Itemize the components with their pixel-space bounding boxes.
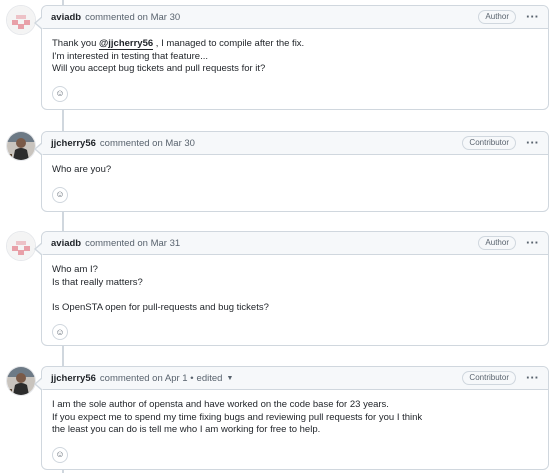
smiley-icon[interactable]: ☺ — [52, 85, 68, 102]
edited-dropdown[interactable]: edited — [197, 373, 223, 384]
comment-box: aviadb commented on Mar 31 Author ··· Wh… — [34, 231, 549, 348]
comment-box: jjcherry56 commented on Mar 30 Contribut… — [34, 131, 549, 212]
kebab-icon[interactable]: ··· — [526, 236, 539, 249]
comment-timestamp[interactable]: commented on Mar 31 — [85, 238, 180, 249]
comment-body: Who are you? ☺ — [42, 155, 548, 211]
comment-header: jjcherry56 commented on Mar 30 Contribut… — [42, 132, 548, 155]
comment-header: aviadb commented on Mar 30 Author ··· — [42, 6, 548, 29]
smiley-icon[interactable]: ☺ — [52, 186, 68, 203]
comment-text: I'm interested in testing that feature..… — [52, 50, 209, 62]
avatar[interactable] — [6, 366, 36, 396]
comment-timestamp[interactable]: commented on Mar 30 — [100, 138, 195, 149]
comment-timestamp[interactable]: commented on Mar 30 — [85, 12, 180, 23]
avatar[interactable] — [6, 5, 36, 35]
comment-box: jjcherry56 commented on Apr 1 • edited ▼… — [34, 366, 549, 471]
comment-text: Thank you @jjcherry56 , I managed to com… — [52, 38, 305, 50]
comment-body: Who am I? Is that really matters? Is Ope… — [42, 255, 548, 348]
comment-text: the least you can do is tell me who I am… — [52, 424, 321, 436]
user-mention[interactable]: @jjcherry56 — [99, 38, 154, 50]
smiley-icon[interactable]: ☺ — [52, 446, 68, 463]
comment-text: Who are you? — [52, 164, 112, 175]
author-link[interactable]: aviadb — [51, 238, 81, 249]
identicon-avatar-icon — [7, 232, 35, 260]
comment-header: jjcherry56 commented on Apr 1 • edited ▼… — [42, 367, 548, 390]
avatar[interactable] — [6, 131, 36, 161]
comment-box: aviadb commented on Mar 30 Author ··· Th… — [34, 5, 549, 110]
avatar[interactable] — [6, 231, 36, 261]
photo-avatar-icon — [7, 132, 35, 160]
identicon-avatar-icon — [7, 6, 35, 34]
author-link[interactable]: jjcherry56 — [51, 138, 96, 149]
role-badge: Contributor — [462, 136, 516, 150]
comment-text: Is OpenSTA open for pull-requests and bu… — [52, 301, 269, 313]
comment-text: Who am I? — [52, 264, 98, 275]
comment-body: I am the sole author of opensta and have… — [42, 390, 548, 471]
comment-body: Thank you @jjcherry56 , I managed to com… — [42, 29, 548, 110]
kebab-icon[interactable]: ··· — [526, 10, 539, 23]
kebab-icon[interactable]: ··· — [526, 136, 539, 149]
role-badge: Contributor — [462, 371, 516, 385]
comment-text: Will you accept bug tickets and pull req… — [52, 63, 266, 75]
comment-header: aviadb commented on Mar 31 Author ··· — [42, 232, 548, 255]
comment-text: I am the sole author of opensta and have… — [52, 399, 389, 410]
author-link[interactable]: jjcherry56 — [51, 373, 96, 384]
kebab-icon[interactable]: ··· — [526, 371, 539, 384]
comment-text: If you expect me to spend my time fixing… — [52, 411, 423, 423]
role-badge: Author — [478, 236, 516, 250]
author-link[interactable]: aviadb — [51, 12, 81, 23]
triangle-down-icon[interactable]: ▼ — [226, 375, 233, 382]
smiley-icon[interactable]: ☺ — [52, 324, 68, 341]
role-badge: Author — [478, 10, 516, 24]
comment-timestamp[interactable]: commented on Apr 1 • — [100, 373, 194, 384]
photo-avatar-icon — [7, 367, 35, 395]
comment-text: Is that really matters? — [52, 276, 143, 288]
